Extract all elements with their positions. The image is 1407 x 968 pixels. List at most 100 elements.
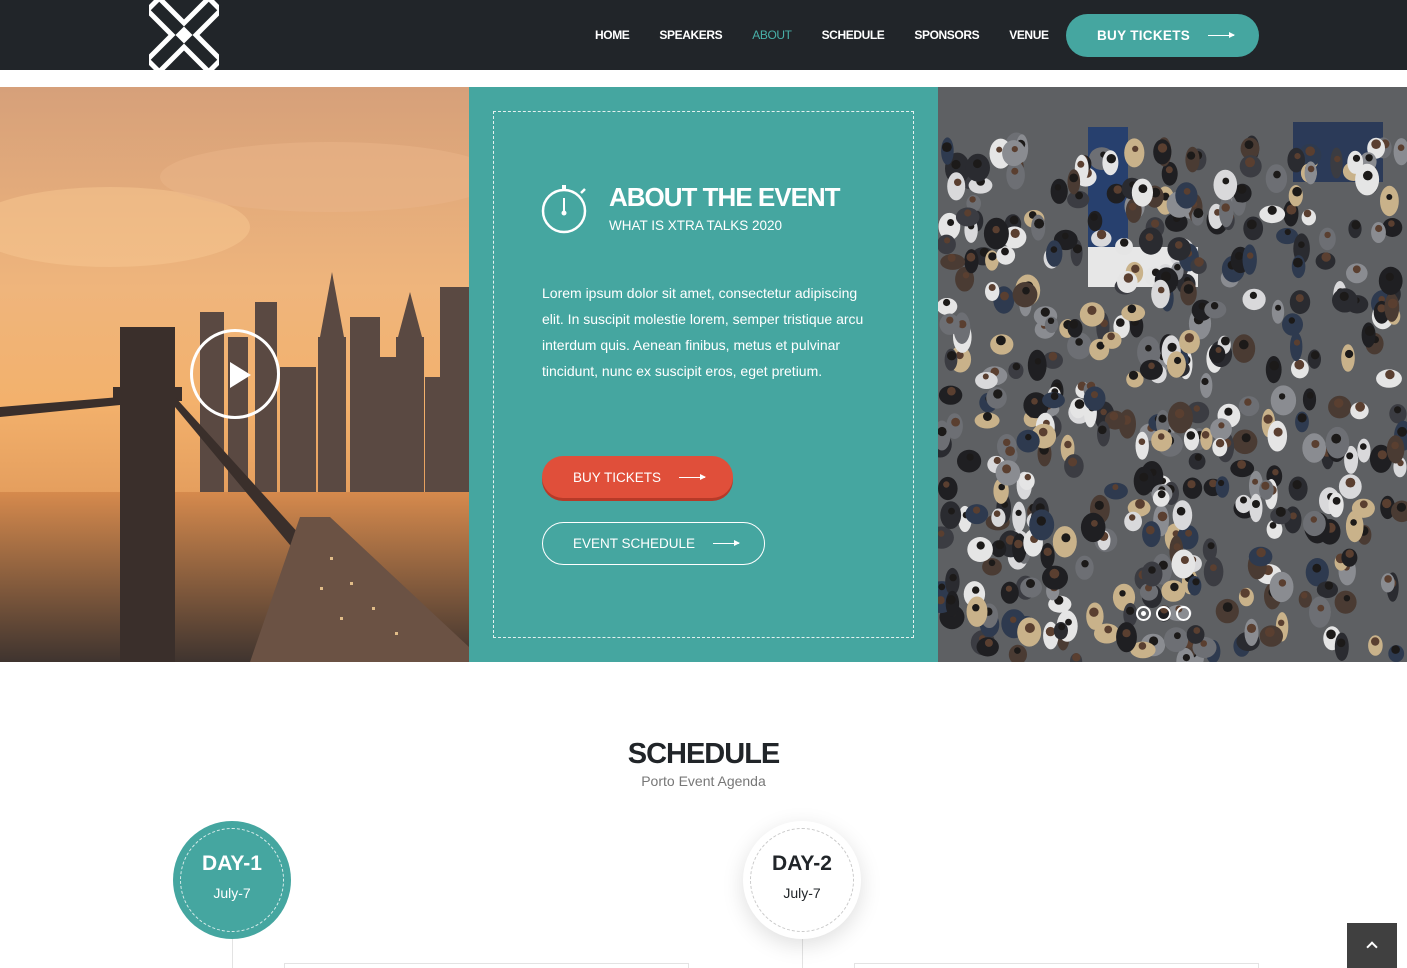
crowd-person: [1171, 549, 1196, 579]
crowd-head: [1360, 443, 1367, 450]
crowd-head: [1148, 362, 1155, 370]
crowd-head: [1043, 547, 1052, 556]
crowd-head: [1129, 514, 1136, 521]
crowd-head: [1069, 173, 1079, 183]
nav-schedule[interactable]: SCHEDULE: [807, 28, 900, 42]
day-1-tab[interactable]: DAY-1 July-7: [173, 821, 291, 939]
crowd-head: [1109, 411, 1119, 421]
crowd-head: [1210, 302, 1219, 310]
crowd-person: [957, 449, 982, 473]
crowd-head: [1139, 472, 1149, 482]
crowd-head: [1252, 478, 1259, 485]
crowd-head: [1269, 360, 1279, 371]
buy-tickets-button[interactable]: BUY TICKETS: [542, 456, 733, 498]
crowd-head: [946, 595, 956, 605]
crowd-head: [988, 559, 996, 567]
crowd-head: [1377, 450, 1387, 460]
crowd-head: [1218, 479, 1225, 487]
crowd-person: [1215, 476, 1230, 498]
crowd-head: [1273, 427, 1283, 437]
crowd-head: [1146, 525, 1155, 535]
crowd-head: [1239, 339, 1249, 350]
crowd-head: [972, 604, 980, 612]
nav-speakers[interactable]: SPEAKERS: [644, 28, 737, 42]
crowd-head: [1184, 333, 1194, 343]
day-name: DAY-1: [202, 852, 262, 875]
day-2-tab[interactable]: DAY-2 July-7: [743, 821, 861, 939]
crowd-head: [1295, 294, 1304, 303]
crowd-head: [1237, 184, 1247, 194]
slider-dot-3[interactable]: [1176, 606, 1191, 621]
crowd-head: [1087, 305, 1097, 315]
slider-dots: [1136, 606, 1196, 621]
video-play-button[interactable]: [190, 329, 280, 419]
crowd-head: [1170, 582, 1179, 592]
arrow-right-icon: [1208, 32, 1236, 38]
crowd-head: [1352, 265, 1361, 274]
crowd-person: [1213, 169, 1238, 201]
crowd-person: [1270, 385, 1297, 416]
crowd-head: [1157, 143, 1168, 153]
crowd-head: [1289, 512, 1297, 520]
crowd-head: [1222, 177, 1230, 185]
crowd-person: [1000, 581, 1019, 604]
crowd-person: [1135, 431, 1149, 460]
crowd-head: [1126, 606, 1135, 615]
crowd-head: [1174, 356, 1182, 365]
crowd-head: [1072, 653, 1081, 662]
crowd-head: [1220, 336, 1230, 346]
crowd-person: [1151, 279, 1170, 309]
crowd-head: [1371, 637, 1380, 646]
crowd-head: [1031, 398, 1038, 405]
schedule-card: [284, 963, 689, 968]
crowd-head: [1064, 440, 1072, 449]
nav-venue[interactable]: VENUE: [994, 28, 1063, 42]
crowd-head: [988, 284, 996, 291]
crowd-head: [1237, 460, 1246, 469]
crowd-head: [1123, 273, 1134, 283]
crowd-head: [1050, 392, 1059, 401]
slider-dot-2[interactable]: [1156, 606, 1171, 621]
crowd-head: [1278, 393, 1286, 400]
arrow-right-icon: [713, 540, 741, 546]
x-logo-icon[interactable]: [149, 0, 219, 70]
slider-dot-1[interactable]: [1136, 606, 1151, 621]
crowd-person: [1282, 313, 1303, 336]
crowd-head: [1307, 165, 1315, 173]
crowd-head: [996, 146, 1003, 153]
crowd-head: [951, 417, 960, 427]
crowd-head: [1157, 286, 1165, 294]
crowd-head: [1245, 157, 1255, 168]
crowd-head: [1317, 604, 1325, 612]
crowd-head: [1331, 433, 1342, 444]
crowd-head: [1294, 359, 1305, 370]
crowd-head: [1240, 588, 1250, 598]
crowd-person: [1203, 557, 1224, 587]
crowd-person: [1302, 388, 1317, 411]
crowd-head: [1397, 144, 1405, 151]
crowd-head: [993, 510, 1001, 517]
crowd-head: [1127, 304, 1137, 314]
header-buy-tickets-button[interactable]: BUY TICKETS: [1066, 14, 1259, 57]
crowd-head: [1244, 398, 1252, 406]
crowd-head: [1385, 272, 1394, 281]
scroll-to-top-button[interactable]: [1347, 923, 1397, 968]
crowd-person: [1166, 351, 1186, 378]
nav-sponsors[interactable]: SPONSORS: [899, 28, 994, 42]
crowd-head: [1176, 506, 1186, 516]
crowd-head: [947, 253, 956, 262]
crowd-head: [1128, 370, 1139, 380]
crowd-head: [1104, 625, 1113, 634]
event-schedule-button[interactable]: EVENT SCHEDULE: [542, 522, 765, 565]
crowd-person: [1027, 349, 1047, 381]
crowd-head: [1022, 286, 1030, 295]
nav-home[interactable]: HOME: [580, 28, 644, 42]
crowd-head: [1310, 516, 1317, 523]
crowd-head: [1011, 146, 1018, 153]
crowd-head: [1024, 623, 1035, 633]
crowd-head: [1384, 575, 1392, 583]
crowd-head: [1334, 155, 1341, 163]
crowd-head: [1263, 414, 1273, 424]
crowd-head: [944, 237, 951, 244]
nav-about[interactable]: ABOUT: [737, 28, 806, 42]
